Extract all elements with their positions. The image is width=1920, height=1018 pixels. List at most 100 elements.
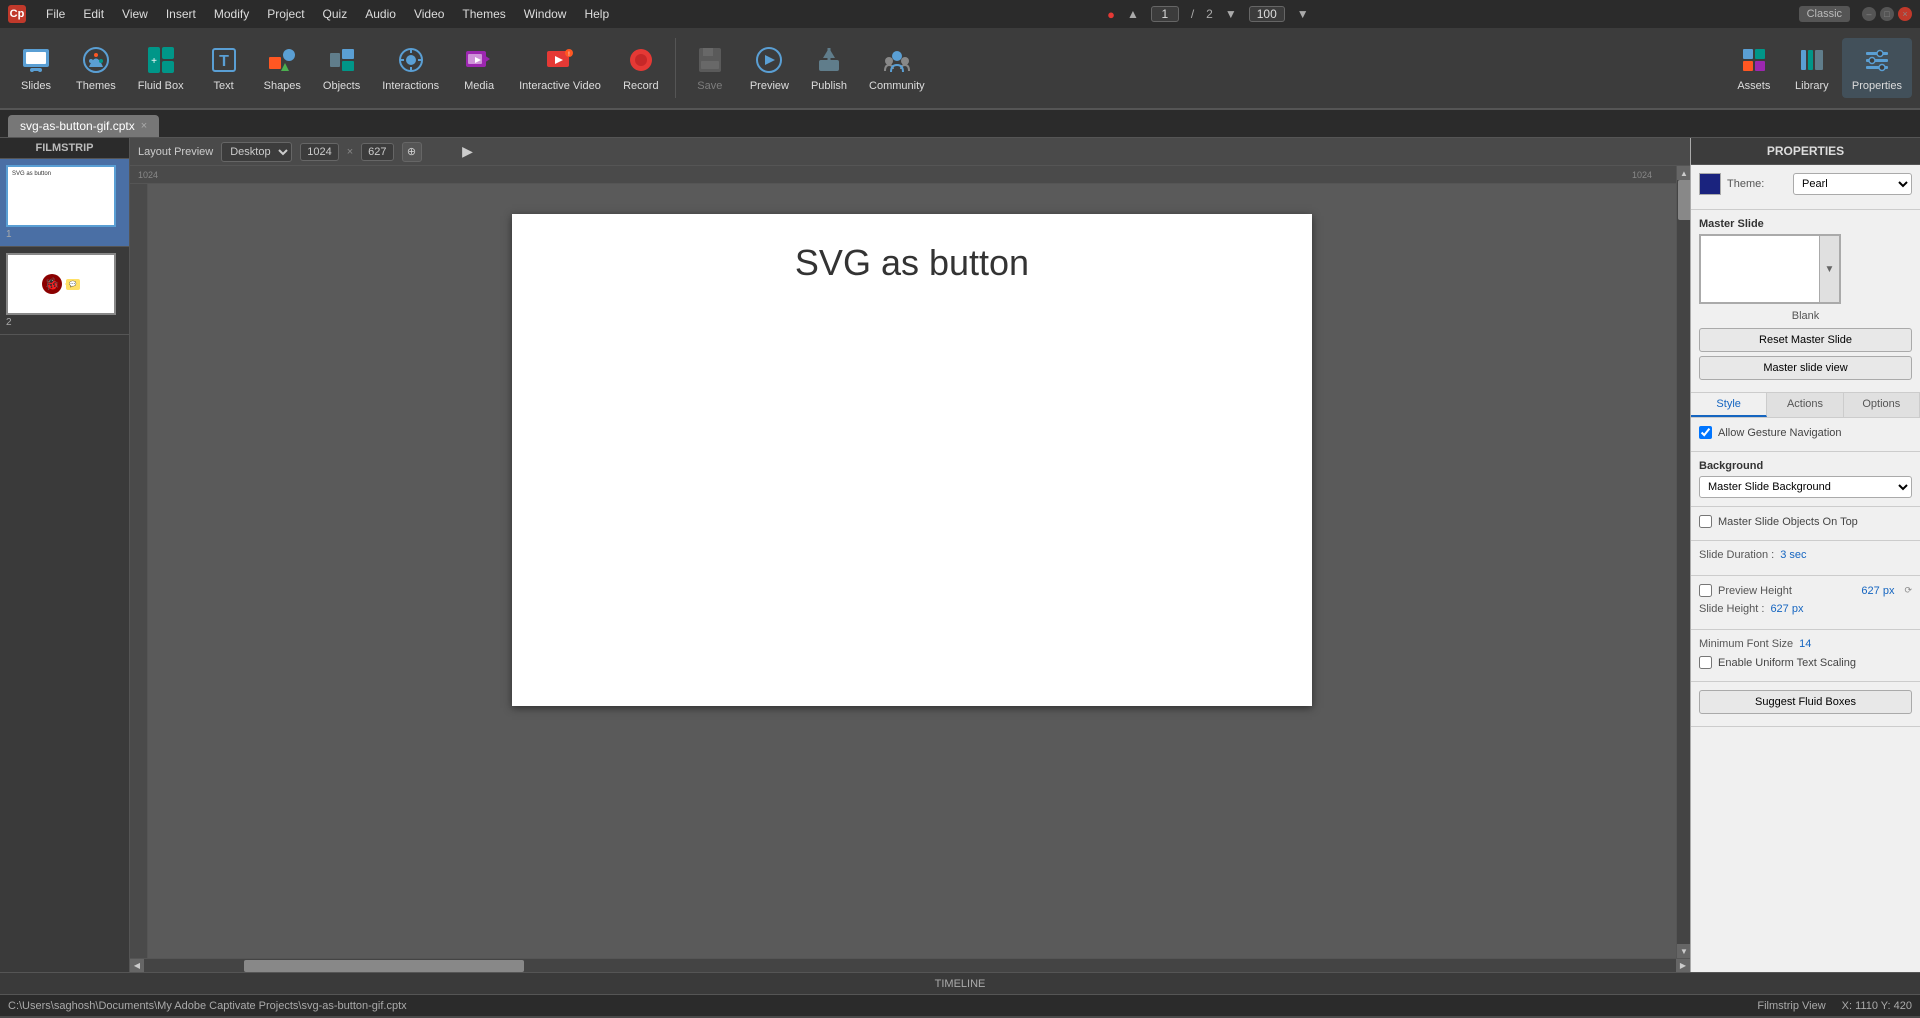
toolbar-assets[interactable]: Assets	[1726, 38, 1782, 98]
toolbar-save[interactable]: Save	[682, 38, 738, 98]
layout-preview-label: Layout Preview	[138, 146, 213, 158]
slide-2-preview: 🐞 💬	[6, 253, 116, 315]
uniform-scaling-checkbox[interactable]	[1699, 656, 1712, 669]
svg-text:T: T	[219, 53, 229, 70]
menu-view[interactable]: View	[114, 5, 156, 23]
gesture-nav-checkbox[interactable]	[1699, 426, 1712, 439]
page-input[interactable]	[1151, 6, 1179, 22]
menu-project[interactable]: Project	[259, 5, 312, 23]
toolbar-text[interactable]: T Text	[196, 38, 252, 98]
view-mode: Filmstrip View	[1757, 1000, 1825, 1012]
tab-bar: svg-as-button-gif.cptx ×	[0, 110, 1920, 138]
master-slide-view-btn[interactable]: Master slide view	[1699, 356, 1912, 380]
reset-master-slide-btn[interactable]: Reset Master Slide	[1699, 328, 1912, 352]
zoom-input[interactable]	[1249, 6, 1285, 22]
background-dropdown[interactable]: Master Slide Background Custom Color Ima…	[1699, 476, 1912, 498]
title-bar: Cp File Edit View Insert Modify Project …	[0, 0, 1920, 28]
properties-header: PROPERTIES	[1691, 138, 1920, 165]
text-icon: T	[208, 44, 240, 76]
toolbar-fluid-box[interactable]: + Fluid Box	[128, 38, 194, 98]
file-path: C:\Users\saghosh\Documents\My Adobe Capt…	[8, 1000, 407, 1012]
tab-actions[interactable]: Actions	[1767, 393, 1843, 417]
min-font-row: Minimum Font Size 14	[1699, 638, 1912, 650]
scroll-down-btn[interactable]: ▼	[1677, 944, 1690, 958]
layout-dropdown[interactable]: Desktop Tablet Mobile	[221, 142, 292, 162]
master-objects-checkbox[interactable]	[1699, 515, 1712, 528]
menu-audio[interactable]: Audio	[357, 5, 404, 23]
toolbar-preview[interactable]: Preview	[740, 38, 799, 98]
menu-edit[interactable]: Edit	[75, 5, 112, 23]
suggest-fluid-boxes-btn[interactable]: Suggest Fluid Boxes	[1699, 690, 1912, 714]
slide-thumb-1[interactable]: SVG as button 1	[0, 159, 129, 247]
toolbar-publish[interactable]: Publish	[801, 38, 857, 98]
timeline-area[interactable]: TIMELINE	[0, 972, 1920, 994]
h-scroll-track[interactable]	[144, 959, 1676, 972]
v-scrollbar: ▲ ▼	[1676, 166, 1690, 958]
speech-bubble: 💬	[66, 279, 79, 290]
toolbar-themes[interactable]: Themes	[66, 38, 126, 98]
tab-options[interactable]: Options	[1844, 393, 1920, 417]
toolbar-interactive-video[interactable]: ! Interactive Video	[509, 38, 611, 98]
svg-text:+: +	[151, 56, 157, 67]
theme-dropdown[interactable]: Pearl Executive Blank	[1793, 173, 1912, 195]
minimize-btn[interactable]: –	[1862, 7, 1876, 21]
menu-video[interactable]: Video	[406, 5, 452, 23]
master-slide-thumb-container[interactable]: ▼	[1699, 234, 1841, 304]
slide-canvas[interactable]: SVG as button	[512, 214, 1312, 706]
toolbar-media[interactable]: Media	[451, 38, 507, 98]
menu-window[interactable]: Window	[516, 5, 575, 23]
filmstrip-header: FILMSTRIP	[0, 138, 129, 159]
record-btn-title[interactable]: ●	[1107, 7, 1115, 22]
scroll-thumb[interactable]	[1678, 180, 1690, 220]
scroll-right-btn[interactable]: ▶	[1676, 959, 1690, 973]
slide-title: SVG as button	[512, 242, 1312, 284]
record-label: Record	[623, 80, 658, 92]
tab-name: svg-as-button-gif.cptx	[20, 119, 135, 133]
assets-icon	[1738, 44, 1770, 76]
toolbar-record[interactable]: Record	[613, 38, 669, 98]
preview-height-checkbox[interactable]	[1699, 584, 1712, 597]
background-section: Background Master Slide Background Custo…	[1691, 452, 1920, 507]
toolbar-objects[interactable]: Objects	[313, 38, 370, 98]
tab-style[interactable]: Style	[1691, 393, 1767, 417]
maximize-btn[interactable]: □	[1880, 7, 1894, 21]
toolbar-shapes[interactable]: Shapes	[254, 38, 311, 98]
toolbar-properties[interactable]: Properties	[1842, 38, 1912, 98]
menu-help[interactable]: Help	[576, 5, 617, 23]
menu-modify[interactable]: Modify	[206, 5, 257, 23]
height-sync-icon: ⟳	[1904, 585, 1912, 596]
close-btn[interactable]: ×	[1898, 7, 1912, 21]
slide-height-row: Slide Height : 627 px	[1699, 603, 1912, 615]
zoom-dropdown[interactable]: ▼	[1297, 7, 1309, 21]
menu-insert[interactable]: Insert	[158, 5, 204, 23]
scroll-left-btn[interactable]: ◀	[130, 959, 144, 973]
scroll-track[interactable]	[1677, 180, 1690, 944]
slide-thumb-2[interactable]: 🐞 💬 2	[0, 247, 129, 335]
toolbar-community[interactable]: Community	[859, 38, 935, 98]
main-tab[interactable]: svg-as-button-gif.cptx ×	[8, 115, 159, 137]
save-icon	[694, 44, 726, 76]
fit-to-window-btn[interactable]: ⊕	[402, 142, 422, 162]
toolbar-library[interactable]: Library	[1784, 38, 1840, 98]
color-picker[interactable]	[1699, 173, 1721, 195]
menu-quiz[interactable]: Quiz	[315, 5, 356, 23]
scroll-up-btn[interactable]: ▲	[1677, 166, 1690, 180]
next-page-btn[interactable]: ▼	[1225, 7, 1237, 21]
tab-close-btn[interactable]: ×	[141, 120, 147, 132]
canvas-wrapper-outer: 1024 1024 SVG as button ▲ ▼	[130, 166, 1690, 958]
menu-file[interactable]: File	[38, 5, 73, 23]
themes-icon	[80, 44, 112, 76]
play-btn[interactable]: ▶	[458, 142, 478, 162]
prev-page-btn[interactable]: ▲	[1127, 7, 1139, 21]
preview-label: Preview	[750, 80, 789, 92]
preview-height-row: Preview Height 627 px ⟳	[1699, 584, 1912, 597]
slides-icon	[20, 44, 52, 76]
toolbar-interactions[interactable]: Interactions	[372, 38, 449, 98]
ruler-left-num: 1024	[138, 170, 158, 180]
master-objects-label: Master Slide Objects On Top	[1718, 516, 1858, 528]
objects-icon	[326, 44, 358, 76]
master-slide-dropdown-btn[interactable]: ▼	[1820, 235, 1840, 303]
h-scroll-thumb[interactable]	[244, 960, 524, 972]
toolbar-slides[interactable]: Slides	[8, 38, 64, 98]
menu-themes[interactable]: Themes	[454, 5, 513, 23]
